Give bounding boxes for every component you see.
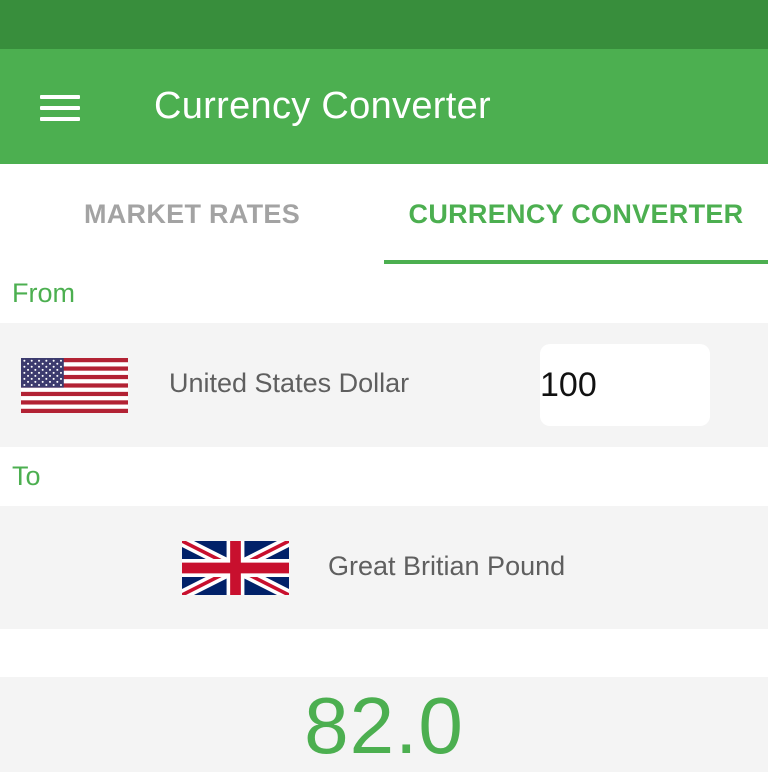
amount-input[interactable]: [540, 344, 710, 426]
to-label: To: [12, 461, 41, 491]
tab-currency-converter[interactable]: CURRENCY CONVERTER: [384, 164, 768, 264]
status-bar: [0, 0, 768, 49]
from-currency-row: United States Dollar: [0, 323, 768, 447]
us-flag-icon[interactable]: [21, 358, 128, 413]
tab-market-rates[interactable]: MARKET RATES: [0, 164, 384, 264]
app-bar: Currency Converter: [0, 49, 768, 164]
from-currency-name[interactable]: United States Dollar: [169, 368, 409, 399]
to-currency-name[interactable]: Great Britian Pound: [328, 551, 565, 582]
uk-flag-icon[interactable]: [182, 541, 289, 595]
to-currency-row: Great Britian Pound: [0, 506, 768, 629]
menu-icon[interactable]: [40, 95, 80, 121]
tab-bar: MARKET RATES CURRENCY CONVERTER: [0, 164, 768, 264]
app-title: Currency Converter: [154, 85, 491, 127]
active-tab-indicator: [384, 260, 768, 264]
result-panel: 82.0: [0, 677, 768, 772]
converted-amount: 82.0: [304, 681, 464, 770]
from-label: From: [12, 278, 75, 308]
